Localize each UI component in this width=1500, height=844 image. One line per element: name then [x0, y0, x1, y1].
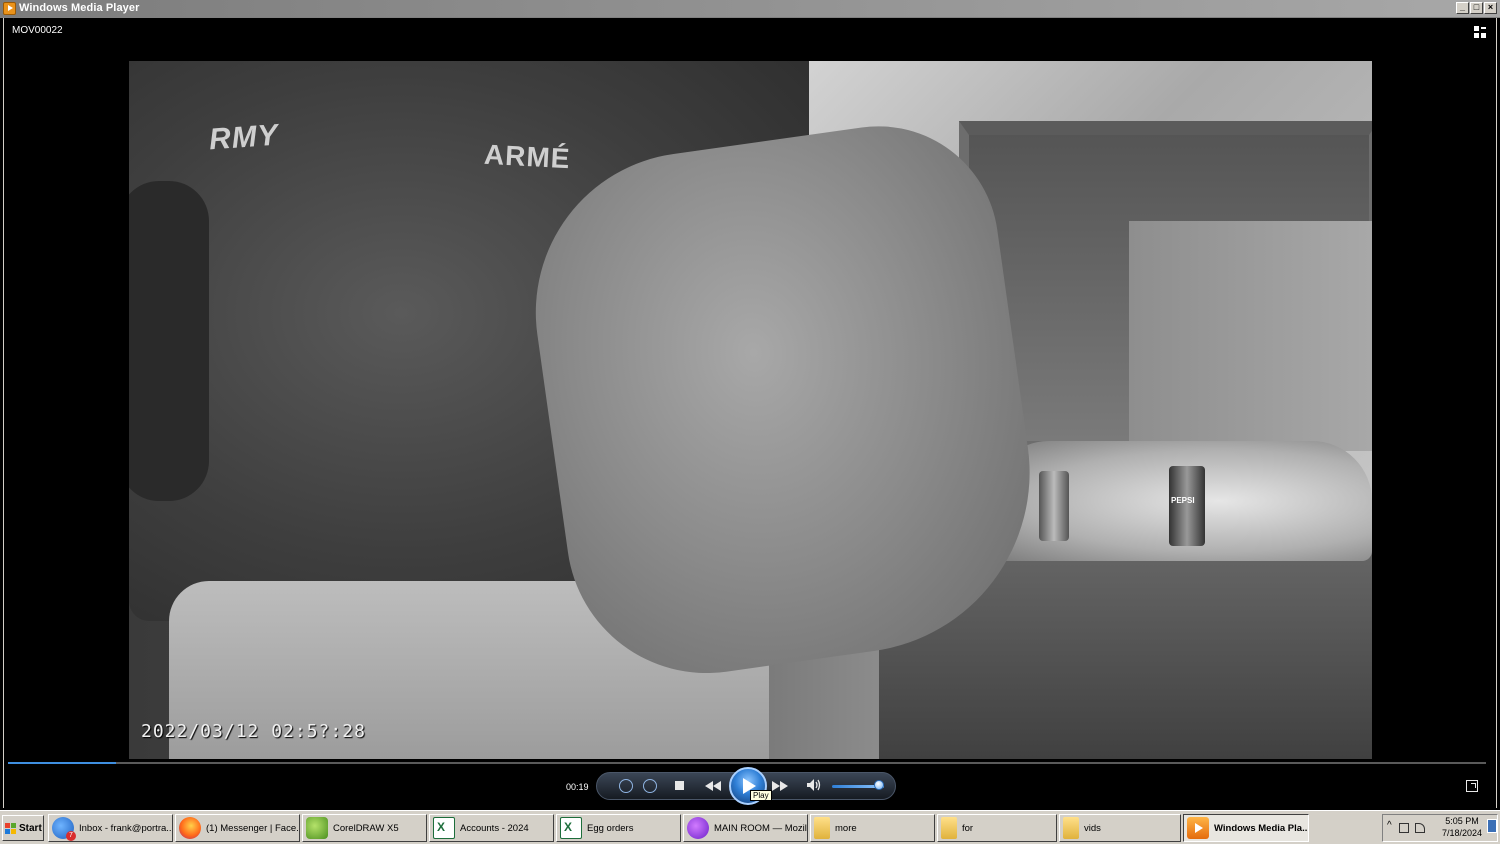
minimize-button[interactable]: _ — [1456, 2, 1469, 14]
next-button[interactable] — [771, 779, 789, 792]
seek-bar-progress — [8, 762, 116, 764]
video-shirt-text-armee: ARMÉ — [483, 138, 572, 175]
media-title: MOV00022 — [12, 25, 63, 36]
folder-icon — [941, 817, 957, 839]
video-cabinet — [1129, 221, 1372, 451]
taskbar-item-coreldraw[interactable]: CorelDRAW X5 — [302, 814, 427, 842]
clock-date[interactable]: 7/18/2024 — [1440, 828, 1484, 838]
speaker-icon — [807, 779, 821, 791]
windows-logo-icon — [5, 822, 16, 834]
taskbar-item-label: Inbox - frank@portra... — [79, 822, 173, 834]
video-frame[interactable]: PEPSI RMY ARMÉ 2022/03/12 02:5?:28 — [129, 61, 1372, 759]
stop-icon — [675, 781, 684, 790]
media-player-icon[interactable] — [3, 2, 16, 15]
show-hidden-icons-icon[interactable]: ^ — [1387, 820, 1392, 831]
action-center-flag-icon[interactable] — [1415, 823, 1425, 833]
taskbar-item-label: MAIN ROOM — Mozil... — [714, 822, 808, 834]
taskbar-item-label: CorelDRAW X5 — [333, 822, 399, 834]
taskbar-item-label: Egg orders — [587, 822, 634, 834]
wmp-icon — [1187, 817, 1209, 839]
video-arm — [129, 181, 209, 501]
stop-button[interactable] — [674, 780, 685, 791]
maximize-button[interactable]: □ — [1470, 2, 1483, 14]
play-tooltip: Play — [750, 790, 772, 801]
firefox-icon — [179, 817, 201, 839]
thunderbird-icon — [52, 817, 76, 841]
taskbar-item-folder-vids[interactable]: vids — [1059, 814, 1181, 842]
taskbar-item-windows-media-player[interactable]: Windows Media Pla... — [1183, 814, 1309, 842]
taskbar-item-messenger-facebook[interactable]: (1) Messenger | Face... — [175, 814, 300, 842]
taskbar-item-label: Windows Media Pla... — [1214, 822, 1309, 834]
taskbar-item-main-room[interactable]: MAIN ROOM — Mozil... — [683, 814, 808, 842]
repeat-button[interactable] — [643, 779, 657, 793]
excel-icon — [560, 817, 582, 839]
video-cloth-bundle — [515, 110, 1053, 692]
show-desktop-button[interactable] — [1487, 819, 1497, 833]
player-area: MOV00022 PEPSI RMY ARMÉ 2022/03/12 02:5?… — [3, 18, 1497, 808]
taskbar-item-label: for — [962, 822, 974, 834]
start-label: Start — [19, 822, 42, 834]
mute-button[interactable] — [806, 778, 822, 792]
shuffle-button[interactable] — [619, 779, 633, 793]
video-can — [1039, 471, 1069, 541]
previous-button[interactable] — [704, 779, 722, 792]
excel-icon — [433, 817, 455, 839]
taskbar-item-thunderbird[interactable]: Inbox - frank@portra... — [48, 814, 173, 842]
taskbar-item-folder-for[interactable]: for — [937, 814, 1057, 842]
taskbar-item-label: (1) Messenger | Face... — [206, 822, 300, 834]
fullscreen-button[interactable] — [1466, 780, 1478, 792]
window-title: Windows Media Player — [19, 2, 140, 14]
expand-icon — [1471, 783, 1476, 788]
network-icon[interactable] — [1399, 823, 1409, 833]
taskbar-item-accounts[interactable]: Accounts - 2024 — [429, 814, 554, 842]
seek-bar[interactable] — [8, 762, 1486, 764]
switch-to-library-icon[interactable] — [1474, 26, 1486, 38]
title-bar: Windows Media Player _ □ × — [0, 0, 1500, 18]
close-button[interactable]: × — [1484, 2, 1497, 14]
taskbar-item-label: more — [835, 822, 857, 834]
messenger-icon — [687, 817, 709, 839]
rewind-icon-2 — [713, 780, 721, 791]
rewind-icon — [705, 780, 713, 791]
folder-icon — [814, 817, 830, 839]
taskbar-item-label: Accounts - 2024 — [460, 822, 529, 834]
start-button[interactable]: Start — [2, 815, 44, 841]
volume-slider-thumb[interactable] — [873, 780, 884, 790]
taskbar: Start Inbox - frank@portra... (1) Messen… — [0, 810, 1500, 844]
fast-forward-icon — [772, 780, 780, 791]
taskbar-item-label: vids — [1084, 822, 1101, 834]
coreldraw-icon — [306, 817, 328, 839]
elapsed-time: 00:19 — [566, 782, 589, 792]
clock-time[interactable]: 5:05 PM — [1440, 816, 1484, 826]
video-pepsi-text: PEPSI — [1171, 496, 1195, 505]
video-pepsi-can: PEPSI — [1169, 466, 1205, 546]
video-timestamp-overlay: 2022/03/12 02:5?:28 — [141, 721, 366, 742]
taskbar-item-egg-orders[interactable]: Egg orders — [556, 814, 681, 842]
folder-icon — [1063, 817, 1079, 839]
fast-forward-icon-2 — [780, 780, 788, 791]
video-shirt-text-army: RMY — [207, 118, 280, 157]
taskbar-item-folder-more[interactable]: more — [810, 814, 935, 842]
